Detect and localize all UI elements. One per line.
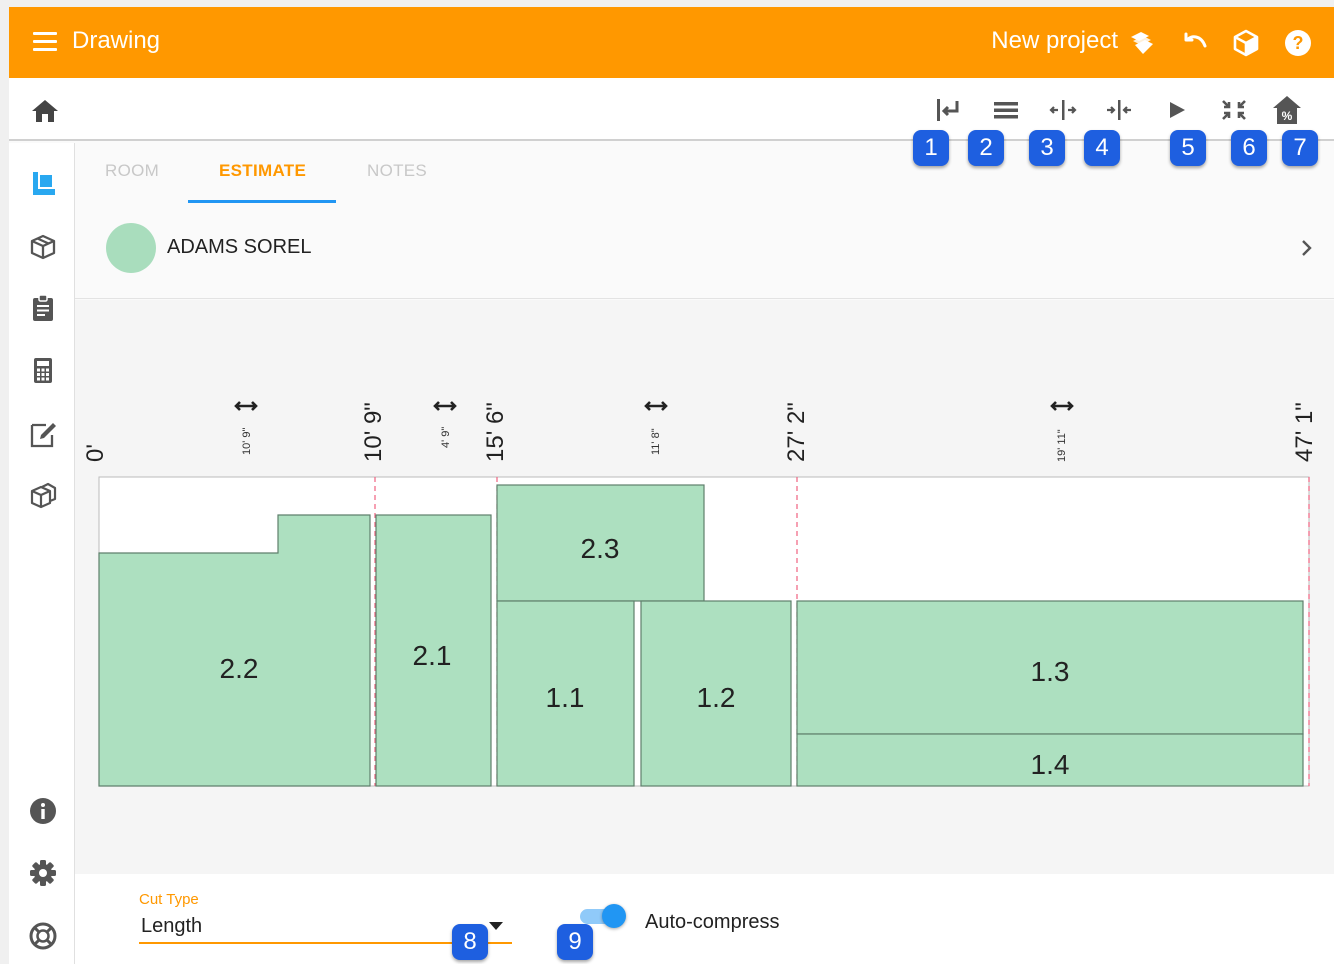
info-icon[interactable]	[28, 796, 58, 826]
split-icon[interactable]	[1047, 94, 1079, 126]
toolbar: %	[9, 78, 1334, 141]
callout-badge-3: 3	[1029, 130, 1065, 166]
drawing-icon[interactable]	[28, 169, 58, 199]
callout-badge-6: 6	[1231, 130, 1267, 166]
cut-return-icon[interactable]	[933, 94, 965, 126]
ruler-label: 0'	[82, 444, 109, 462]
cut-type-value: Length	[141, 915, 203, 937]
support-icon[interactable]	[28, 921, 58, 951]
piece-label: 2.3	[581, 533, 620, 564]
menu-icon[interactable]	[31, 29, 59, 57]
span-label: 19' 11"	[1056, 429, 1068, 462]
cut-diagram-area: 0' 10' 9" 15' 6" 27' 2" 47' 1" 10' 9" 4'…	[75, 300, 1334, 874]
piece-label: 1.4	[1031, 749, 1070, 780]
tab-room[interactable]: ROOM	[105, 161, 159, 181]
ruler-label: 10' 9"	[360, 402, 387, 462]
ruler-label: 27' 2"	[783, 402, 810, 462]
undo-icon[interactable]	[1179, 28, 1209, 58]
cube-icon[interactable]	[1231, 28, 1261, 58]
piece-label: 1.1	[546, 682, 585, 713]
estimate-options: Cut Type Length Auto-compress	[75, 874, 1334, 964]
span-label: 10' 9"	[241, 427, 253, 455]
piece-label: 2.1	[413, 640, 452, 671]
span-arrow-icon	[644, 401, 668, 411]
chevron-right-icon	[1302, 240, 1312, 256]
piece-label: 2.2	[220, 653, 259, 684]
piece-label: 1.2	[697, 682, 736, 713]
home-icon[interactable]	[31, 98, 59, 124]
callout-badge-1: 1	[913, 130, 949, 166]
edit-icon[interactable]	[28, 419, 58, 449]
svg-text:?: ?	[1293, 33, 1304, 53]
piece-2-2[interactable]	[98, 514, 371, 787]
layers-icon[interactable]	[1127, 28, 1157, 58]
span-label: 11' 8"	[650, 428, 662, 455]
sidebar	[9, 143, 75, 964]
box-icon[interactable]	[28, 232, 58, 262]
avatar	[106, 223, 156, 273]
callout-badge-8: 8	[452, 924, 488, 960]
ruler-label: 47' 1"	[1291, 402, 1318, 462]
help-icon[interactable]: ?	[1283, 28, 1313, 58]
ruler-labels: 0' 10' 9" 15' 6" 27' 2" 47' 1"	[82, 402, 1318, 462]
auto-compress-label: Auto-compress	[645, 911, 780, 933]
customer-row[interactable]: ADAMS SOREL	[75, 203, 1334, 299]
play-icon[interactable]	[1161, 94, 1193, 126]
span-arrow-icon	[234, 401, 258, 411]
clipboard-icon[interactable]	[28, 293, 58, 323]
piece-label: 1.3	[1031, 656, 1070, 687]
callout-badge-7: 7	[1282, 130, 1318, 166]
span-arrow-icon	[433, 401, 457, 411]
callout-badge-4: 4	[1084, 130, 1120, 166]
settings-icon[interactable]	[28, 858, 58, 888]
span-label: 4' 9"	[440, 427, 452, 448]
svg-text:%: %	[1282, 109, 1293, 123]
join-icon[interactable]	[1103, 94, 1135, 126]
tab-estimate[interactable]: ESTIMATE	[219, 161, 306, 181]
top-app-bar: Drawing New project ?	[9, 7, 1334, 78]
customer-name: ADAMS SOREL	[167, 236, 312, 258]
ruler-label: 15' 6"	[482, 402, 509, 462]
span-arrow-icon	[1050, 401, 1074, 411]
callout-badge-9: 9	[557, 924, 593, 960]
app-window: Drawing New project ? % 1 2 3 4 5 6 7 RO…	[9, 7, 1334, 964]
app-title: Drawing	[72, 27, 161, 54]
tab-bar: ROOM ESTIMATE NOTES	[75, 143, 1334, 203]
compress-icon[interactable]	[1218, 94, 1250, 126]
project-name[interactable]: New project	[991, 27, 1118, 55]
callout-badge-2: 2	[968, 130, 1004, 166]
house-percent-icon[interactable]: %	[1271, 94, 1303, 126]
calculator-icon[interactable]	[28, 355, 58, 385]
lines-icon[interactable]	[990, 94, 1022, 126]
toggle-knob	[602, 904, 626, 928]
tab-notes[interactable]: NOTES	[367, 161, 427, 181]
dropdown-arrow-icon	[489, 922, 503, 930]
callout-badge-5: 5	[1170, 130, 1206, 166]
cut-diagram[interactable]: 0' 10' 9" 15' 6" 27' 2" 47' 1" 10' 9" 4'…	[75, 300, 1334, 874]
package-icon[interactable]	[28, 481, 58, 511]
cut-type-label: Cut Type	[139, 891, 199, 908]
